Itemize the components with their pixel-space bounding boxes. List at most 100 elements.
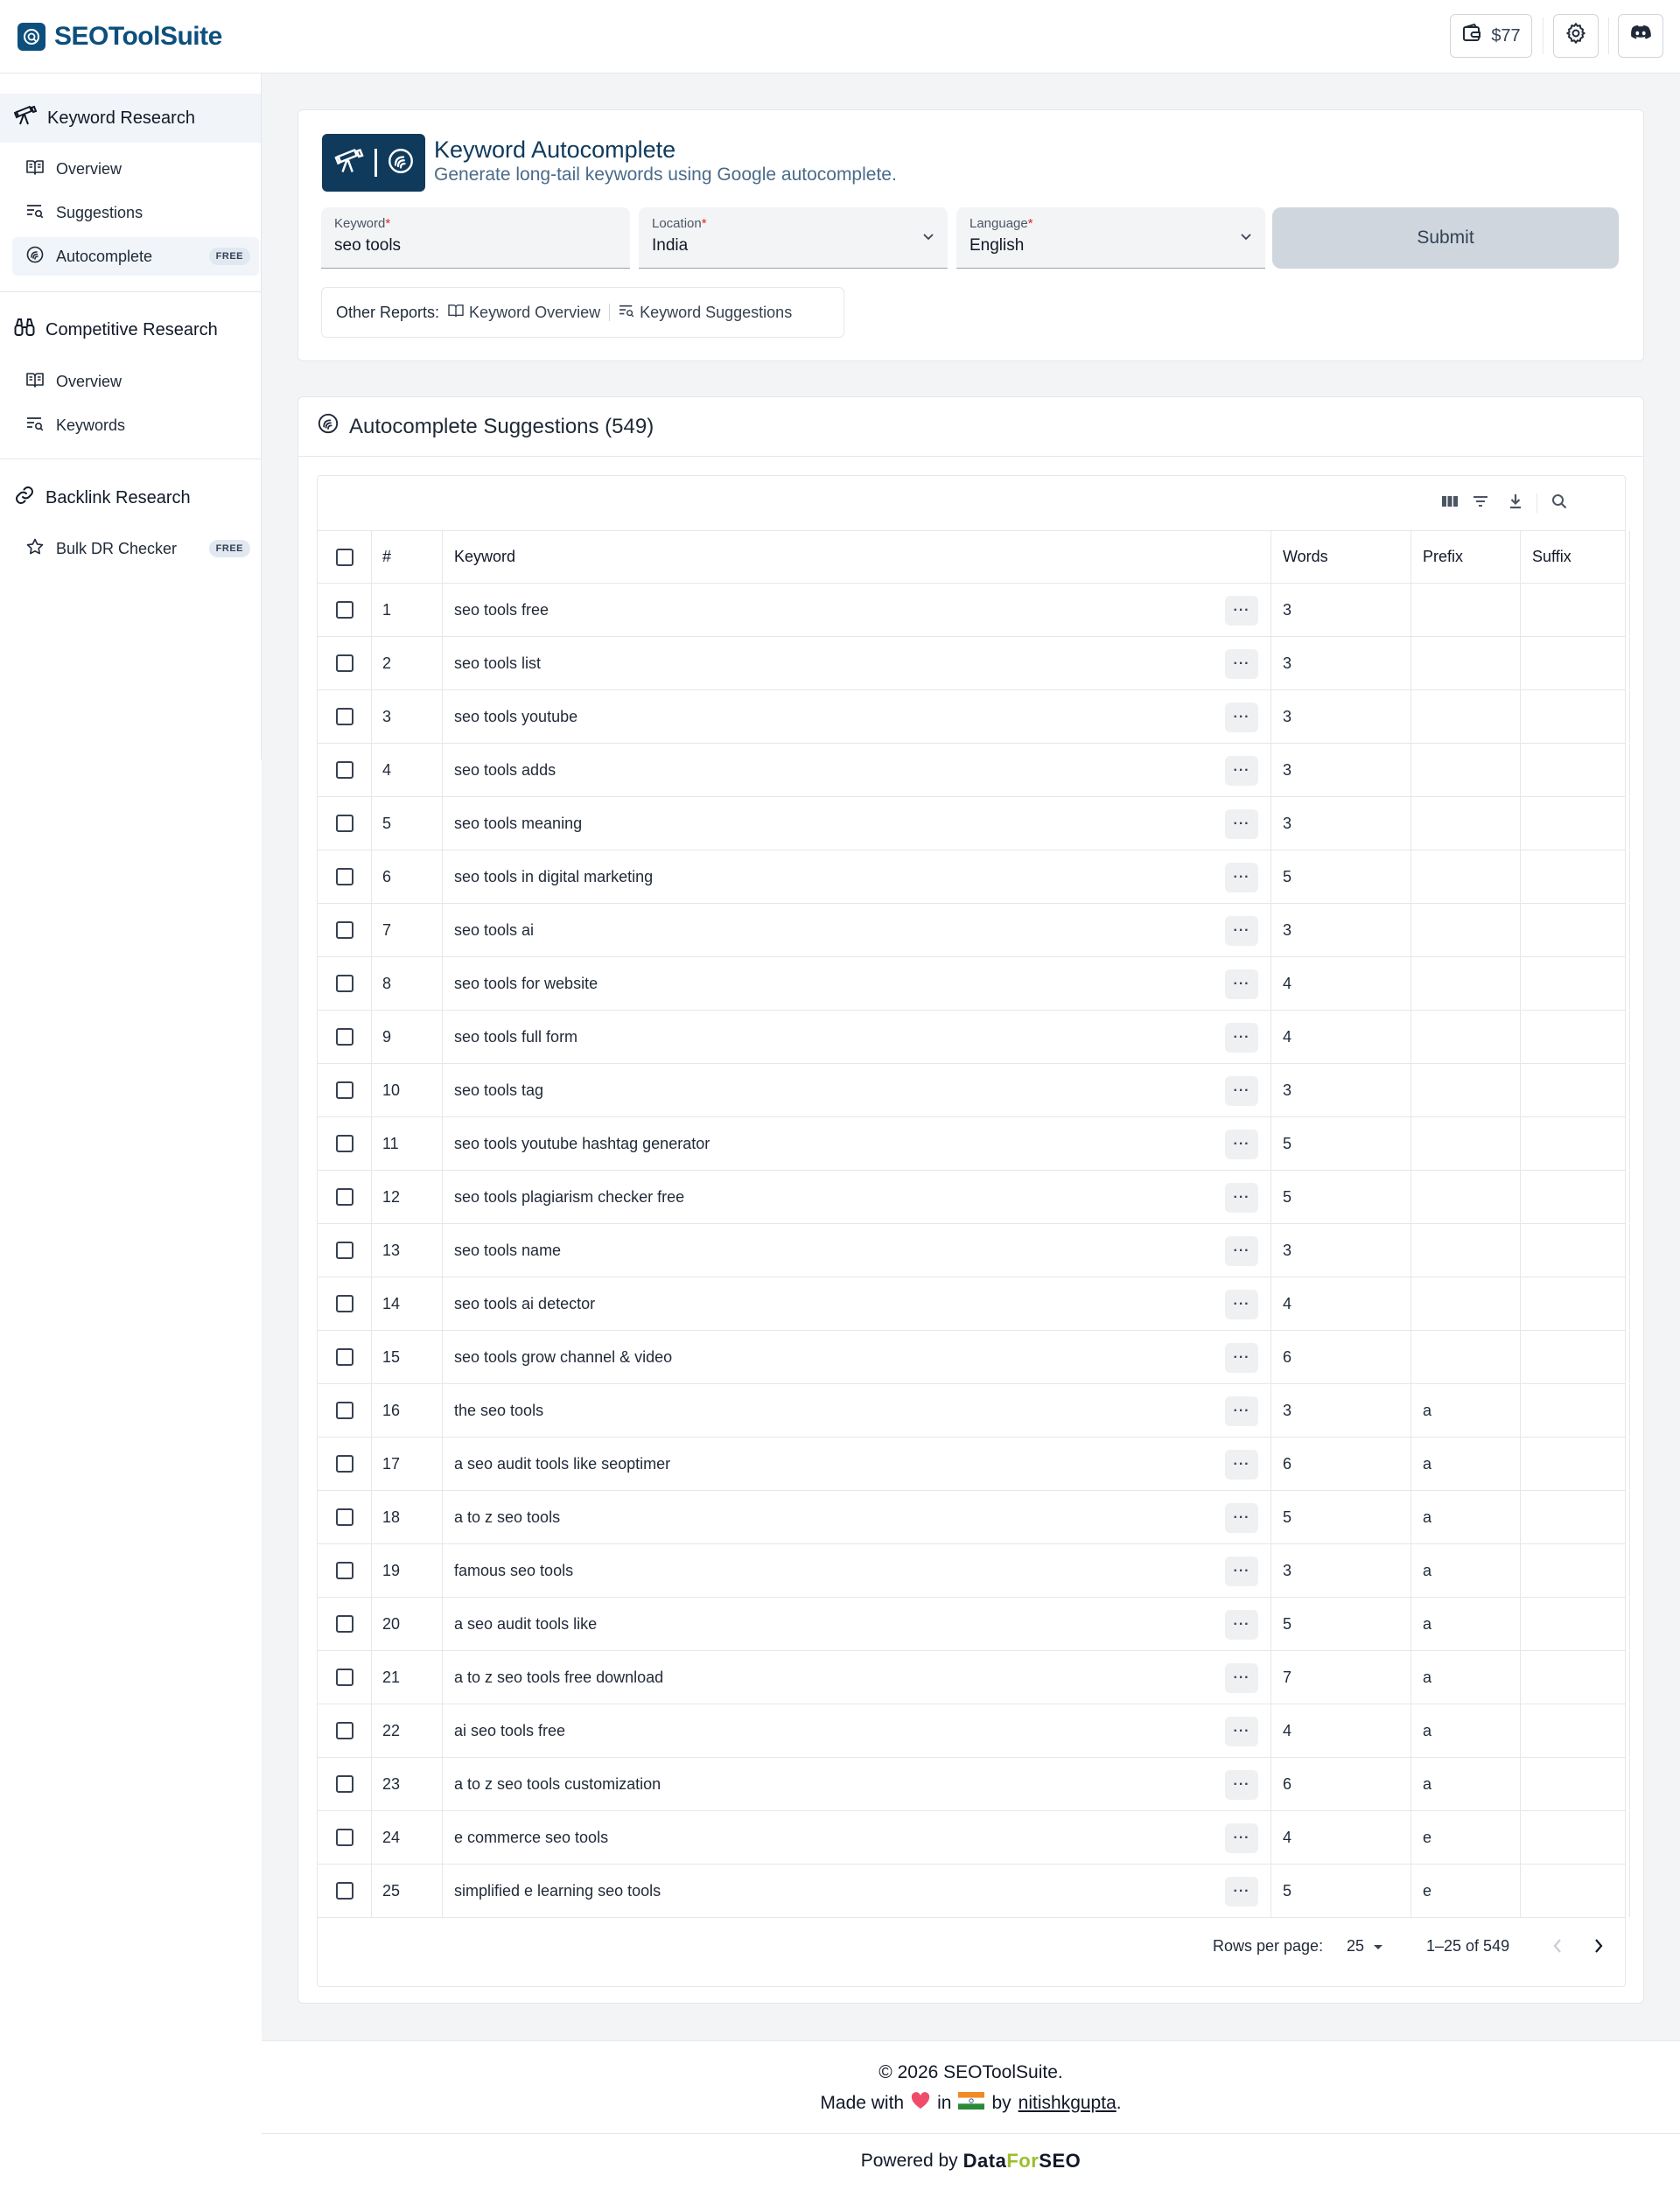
search-icon[interactable] — [1550, 492, 1569, 515]
row-checkbox[interactable] — [335, 1882, 354, 1900]
row-actions-button[interactable]: ··· — [1225, 596, 1258, 626]
wallet-button[interactable]: $77 — [1450, 14, 1532, 58]
table-row[interactable]: 14 seo tools ai detector ··· 4 — [318, 1277, 1630, 1331]
row-actions-button[interactable]: ··· — [1225, 809, 1258, 839]
row-checkbox[interactable] — [335, 1188, 354, 1206]
table-row[interactable]: 9 seo tools full form ··· 4 — [318, 1011, 1630, 1064]
row-checkbox[interactable] — [335, 1829, 354, 1846]
row-actions-button[interactable]: ··· — [1225, 1076, 1258, 1106]
table-row[interactable]: 10 seo tools tag ··· 3 — [318, 1064, 1630, 1117]
row-actions-button[interactable]: ··· — [1225, 756, 1258, 786]
row-actions-button[interactable]: ··· — [1225, 863, 1258, 892]
row-checkbox[interactable] — [335, 1348, 354, 1366]
row-actions-button[interactable]: ··· — [1225, 1450, 1258, 1480]
table-row[interactable]: 23 a to z seo tools customization ··· 6 a — [318, 1758, 1630, 1811]
row-actions-button[interactable]: ··· — [1225, 1130, 1258, 1159]
table-row[interactable]: 2 seo tools list ··· 3 — [318, 637, 1630, 690]
sidebar-item-autocomplete[interactable]: Autocomplete FREE — [12, 237, 259, 276]
table-row[interactable]: 16 the seo tools ··· 3 a — [318, 1384, 1630, 1438]
row-actions-button[interactable]: ··· — [1225, 1770, 1258, 1800]
location-select[interactable]: Location* India — [639, 207, 948, 269]
language-select[interactable]: Language* English — [956, 207, 1265, 269]
table-row[interactable]: 7 seo tools ai ··· 3 — [318, 904, 1630, 957]
row-checkbox[interactable] — [335, 1508, 354, 1526]
row-checkbox[interactable] — [335, 1295, 354, 1312]
keyword-field[interactable]: Keyword* seo tools — [321, 207, 630, 269]
row-checkbox[interactable] — [335, 975, 354, 992]
table-row[interactable]: 6 seo tools in digital marketing ··· 5 — [318, 850, 1630, 904]
row-checkbox[interactable] — [335, 1402, 354, 1419]
sidebar-group-competitive-research[interactable]: Competitive Research — [0, 305, 261, 354]
table-row[interactable]: 19 famous seo tools ··· 3 a — [318, 1544, 1630, 1598]
row-actions-button[interactable]: ··· — [1225, 1503, 1258, 1533]
table-row[interactable]: 25 simplified e learning seo tools ··· 5 e — [318, 1865, 1630, 1918]
sidebar-item-competitive-overview[interactable]: Overview — [12, 362, 259, 401]
table-row[interactable]: 3 seo tools youtube ··· 3 — [318, 690, 1630, 744]
row-actions-button[interactable]: ··· — [1225, 649, 1258, 679]
table-row[interactable]: 21 a to z seo tools free download ··· 7 a — [318, 1651, 1630, 1704]
table-row[interactable]: 1 seo tools free ··· 3 — [318, 584, 1630, 637]
rows-per-page-select[interactable]: 25 — [1347, 1937, 1383, 1956]
table-row[interactable]: 5 seo tools meaning ··· 3 — [318, 797, 1630, 850]
table-row[interactable]: 8 seo tools for website ··· 4 — [318, 957, 1630, 1011]
row-checkbox[interactable] — [335, 1135, 354, 1152]
table-row[interactable]: 13 seo tools name ··· 3 — [318, 1224, 1630, 1277]
row-actions-button[interactable]: ··· — [1225, 1717, 1258, 1746]
row-actions-button[interactable]: ··· — [1225, 1183, 1258, 1213]
row-actions-button[interactable]: ··· — [1225, 1663, 1258, 1693]
column-header-words[interactable]: Words — [1271, 531, 1411, 583]
filter-icon[interactable] — [1471, 492, 1490, 515]
row-actions-button[interactable]: ··· — [1225, 1023, 1258, 1053]
row-checkbox[interactable] — [335, 1455, 354, 1473]
chevron-left-icon[interactable] — [1551, 1937, 1564, 1959]
sidebar-item-competitive-keywords[interactable]: Keywords — [12, 406, 259, 444]
row-checkbox[interactable] — [335, 1562, 354, 1579]
row-actions-button[interactable]: ··· — [1225, 1343, 1258, 1373]
table-row[interactable]: 24 e commerce seo tools ··· 4 e — [318, 1811, 1630, 1865]
row-checkbox[interactable] — [335, 654, 354, 672]
table-row[interactable]: 12 seo tools plagiarism checker free ··· 5 — [318, 1171, 1630, 1224]
select-all-checkbox[interactable] — [335, 548, 354, 566]
column-header-keyword[interactable]: Keyword — [443, 531, 1271, 583]
table-row[interactable]: 22 ai seo tools free ··· 4 a — [318, 1704, 1630, 1758]
row-checkbox[interactable] — [335, 921, 354, 939]
keyword-input[interactable]: seo tools — [334, 236, 401, 255]
row-checkbox[interactable] — [335, 1775, 354, 1793]
table-row[interactable]: 18 a to z seo tools ··· 5 a — [318, 1491, 1630, 1544]
row-actions-button[interactable]: ··· — [1225, 1877, 1258, 1907]
row-checkbox[interactable] — [335, 1242, 354, 1259]
row-actions-button[interactable]: ··· — [1225, 1610, 1258, 1640]
author-link[interactable]: nitishkgupta — [1018, 2093, 1116, 2114]
row-actions-button[interactable]: ··· — [1225, 1290, 1258, 1319]
settings-button[interactable] — [1553, 14, 1599, 58]
brand[interactable]: SEOToolSuite — [18, 21, 222, 52]
columns-icon[interactable] — [1440, 492, 1460, 515]
table-row[interactable]: 17 a seo audit tools like seoptimer ··· 6 a — [318, 1438, 1630, 1491]
row-actions-button[interactable]: ··· — [1225, 1823, 1258, 1853]
row-checkbox[interactable] — [335, 868, 354, 885]
table-row[interactable]: 15 seo tools grow channel & video ··· 6 — [318, 1331, 1630, 1384]
download-icon[interactable] — [1506, 492, 1525, 515]
row-actions-button[interactable]: ··· — [1225, 1236, 1258, 1266]
submit-button[interactable]: Submit — [1272, 207, 1619, 269]
keyword-suggestions-link[interactable]: Keyword Suggestions — [619, 304, 792, 322]
row-checkbox[interactable] — [335, 761, 354, 779]
row-checkbox[interactable] — [335, 1669, 354, 1686]
keyword-overview-link[interactable]: Keyword Overview — [448, 304, 600, 322]
row-actions-button[interactable]: ··· — [1225, 703, 1258, 732]
table-row[interactable]: 4 seo tools adds ··· 3 — [318, 744, 1630, 797]
row-actions-button[interactable]: ··· — [1225, 1557, 1258, 1586]
table-row[interactable]: 11 seo tools youtube hashtag generator ···… — [318, 1117, 1630, 1171]
row-checkbox[interactable] — [335, 601, 354, 619]
row-checkbox[interactable] — [335, 1028, 354, 1046]
row-checkbox[interactable] — [335, 815, 354, 832]
column-header-prefix[interactable]: Prefix — [1411, 531, 1521, 583]
sidebar-group-backlink-research[interactable]: Backlink Research — [0, 473, 261, 522]
sidebar-item-keyword-overview[interactable]: Overview — [12, 150, 259, 188]
dataforseo-logo[interactable]: DataForSEO — [963, 2150, 1082, 2173]
row-checkbox[interactable] — [335, 1081, 354, 1099]
table-row[interactable]: 20 a seo audit tools like ··· 5 a — [318, 1598, 1630, 1651]
sidebar-item-keyword-suggestions[interactable]: Suggestions — [12, 193, 259, 232]
sidebar-item-bulk-dr-checker[interactable]: Bulk DR Checker FREE — [12, 529, 259, 568]
row-actions-button[interactable]: ··· — [1225, 969, 1258, 999]
